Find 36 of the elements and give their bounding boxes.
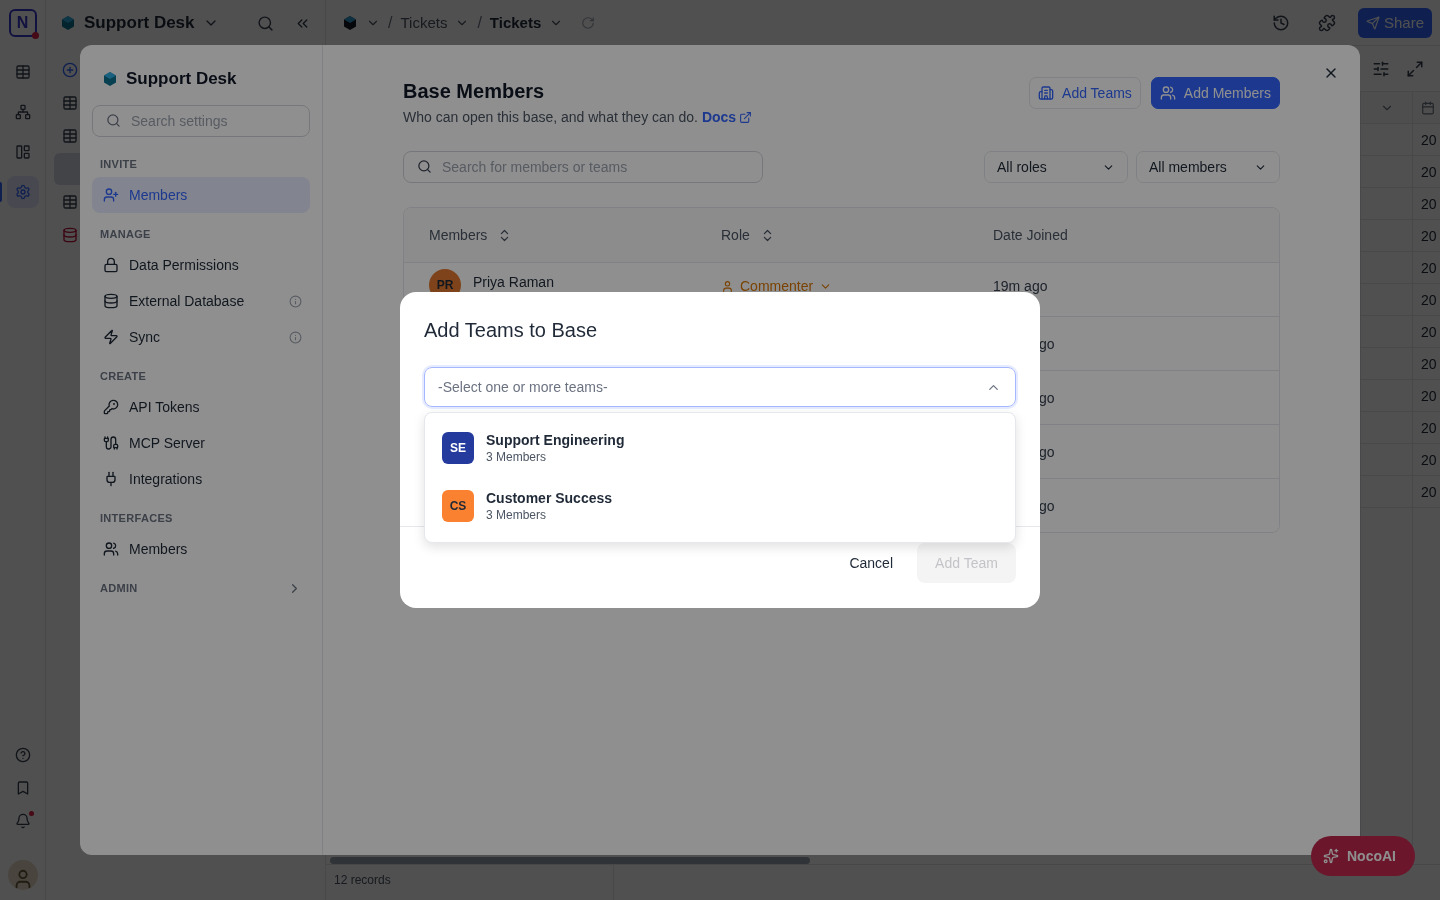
- page-title: Base Members: [403, 79, 546, 104]
- table-cell: 20: [1413, 412, 1440, 444]
- table-cell: 20: [1413, 156, 1440, 188]
- settings-title: Support Desk: [126, 69, 237, 89]
- member-count: 3 Members: [486, 508, 548, 522]
- table-cell: 20: [1413, 220, 1440, 252]
- record-count: 12 records: [326, 865, 614, 900]
- table-cell: 20: [1413, 284, 1440, 316]
- page-subtitle: Who can open this base, and what they can do. Docs: [403, 107, 753, 127]
- table-cell: 20: [1413, 476, 1440, 508]
- date-joined: go: [1038, 496, 1055, 515]
- date-joined: 19m ago: [993, 277, 1048, 295]
- date-joined: go: [1038, 442, 1055, 461]
- section-heading: CREATE: [100, 370, 147, 382]
- table-cell: 20: [1413, 444, 1440, 476]
- column-header: Date Joined: [993, 227, 1068, 243]
- table-cell: 20: [1413, 124, 1440, 156]
- table-cell: 20: [1413, 252, 1440, 284]
- section-heading: INVITE: [100, 158, 138, 170]
- team-badge: CS: [442, 490, 474, 522]
- team-name: Support Engineering: [486, 432, 625, 448]
- member-count: 3 Members: [486, 450, 548, 464]
- breadcrumb-separator: /: [477, 13, 482, 32]
- table-cell: 20: [1413, 188, 1440, 220]
- date-joined: go: [1038, 388, 1055, 407]
- table-cell: 20: [1413, 348, 1440, 380]
- section-heading: MANAGE: [100, 228, 151, 240]
- dialog-title: Add Teams to Base: [424, 318, 599, 343]
- breadcrumb-separator: /: [388, 13, 393, 32]
- team-name: Customer Success: [486, 490, 613, 506]
- section-heading: INTERFACES: [100, 512, 173, 524]
- member-name: Priya Raman: [473, 273, 554, 291]
- table-cell: 20: [1413, 316, 1440, 348]
- table-cell: 20: [1413, 380, 1440, 412]
- team-badge: SE: [442, 432, 474, 464]
- date-joined: go: [1038, 334, 1055, 353]
